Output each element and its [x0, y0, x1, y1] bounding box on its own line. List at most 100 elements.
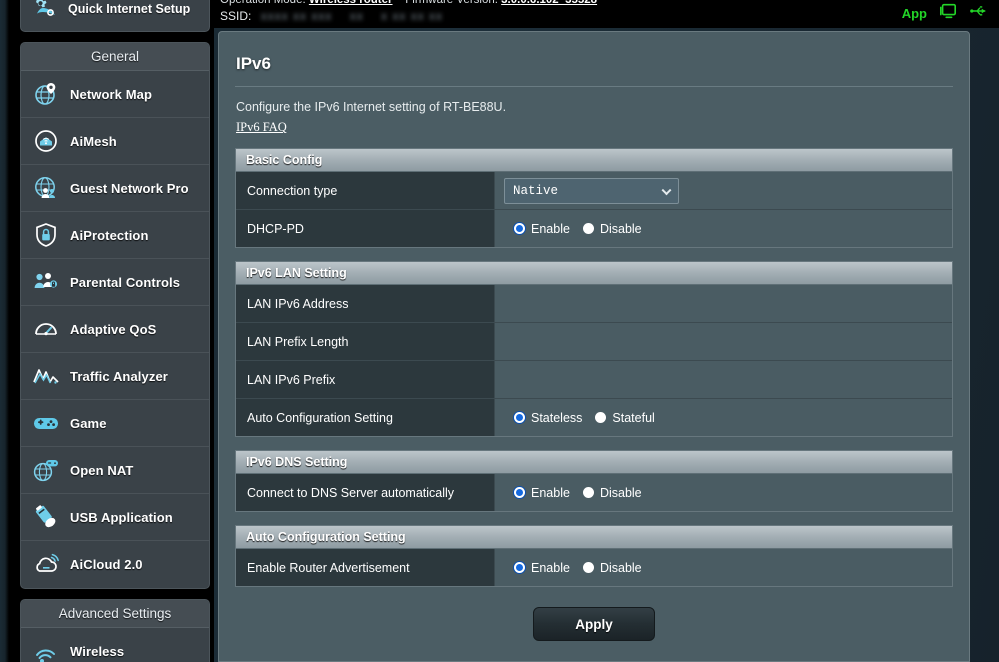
ra-enable-radio[interactable]: Enable [514, 561, 570, 575]
quick-setup-icon [31, 0, 59, 23]
radio-dot [583, 223, 594, 234]
operation-mode-value[interactable]: Wireless router [309, 0, 393, 6]
stateless-radio[interactable]: Stateless [514, 411, 582, 425]
apply-button-container: Apply [219, 587, 969, 641]
radio-dot [583, 562, 594, 573]
top-right-controls: App [902, 2, 989, 25]
parental-controls-icon [32, 268, 60, 296]
sidebar-item-label: Traffic Analyzer [70, 369, 168, 384]
ssid-line: SSID: xxxx xx xxx xx x xx xx xx [220, 9, 443, 23]
sidebar-item-wireless[interactable]: Wireless [21, 628, 209, 662]
chevron-down-icon [662, 185, 672, 195]
row-value[interactable] [495, 285, 952, 322]
row-label: LAN Prefix Length [236, 323, 495, 360]
sidebar-group-general: General Network Map [20, 42, 210, 589]
row-value: Enable Disable [495, 210, 952, 247]
row-label: Enable Router Advertisement [236, 549, 495, 586]
wireless-icon [32, 638, 60, 662]
quick-setup-label: Quick Internet Setup [68, 2, 190, 16]
radio-label: Enable [531, 222, 570, 236]
shield-lock-icon [32, 221, 60, 249]
sidebar-item-label: Network Map [70, 87, 152, 102]
sidebar-item-guest-network-pro[interactable]: Guest Network Pro [21, 165, 209, 212]
row-label: LAN IPv6 Address [236, 285, 495, 322]
dhcp-pd-enable-radio[interactable]: Enable [514, 222, 570, 236]
row-value[interactable] [495, 361, 952, 398]
row-label: DHCP-PD [236, 210, 495, 247]
sidebar-item-label: Game [70, 416, 107, 431]
dhcp-pd-radio-group: Enable Disable [504, 222, 642, 236]
row-lan-prefix-length: LAN Prefix Length [236, 323, 952, 361]
sidebar-item-label: Parental Controls [70, 275, 180, 290]
section-ipv6-lan-setting: IPv6 LAN Setting LAN IPv6 Address LAN Pr… [235, 261, 953, 437]
apply-button[interactable]: Apply [533, 607, 655, 641]
row-lan-ipv6-address: LAN IPv6 Address [236, 285, 952, 323]
sidebar-item-traffic-analyzer[interactable]: Traffic Analyzer [21, 353, 209, 400]
radio-dot-selected [514, 562, 525, 573]
ra-disable-radio[interactable]: Disable [583, 561, 642, 575]
ssid-label: SSID: [220, 9, 251, 23]
sidebar-item-label: AiProtection [70, 228, 148, 243]
monitor-icon[interactable] [938, 2, 958, 25]
row-dhcp-pd: DHCP-PD Enable Disable [236, 210, 952, 248]
radio-dot-selected [514, 487, 525, 498]
row-connection-type: Connection type Native [236, 172, 952, 210]
radio-label: Disable [600, 222, 642, 236]
row-value: Native [495, 172, 952, 209]
stateful-radio[interactable]: Stateful [595, 411, 654, 425]
sidebar-item-label: Adaptive QoS [70, 322, 156, 337]
ipv6-faq-link[interactable]: IPv6 FAQ [236, 120, 287, 135]
sidebar-item-label: Guest Network Pro [70, 181, 189, 196]
section-ipv6-dns-setting: IPv6 DNS Setting Connect to DNS Server a… [235, 450, 953, 512]
radio-dot-selected [514, 223, 525, 234]
sidebar-item-aicloud[interactable]: AiCloud 2.0 [21, 541, 209, 588]
row-value[interactable] [495, 323, 952, 360]
traffic-analyzer-icon [32, 362, 60, 390]
usb-icon[interactable] [969, 2, 989, 25]
section-heading: Basic Config [236, 149, 952, 172]
open-nat-icon [32, 456, 60, 484]
section-auto-configuration-setting: Auto Configuration Setting Enable Router… [235, 525, 953, 587]
sidebar-item-label: AiMesh [70, 134, 117, 149]
sidebar-item-usb-application[interactable]: USB Application [21, 494, 209, 541]
sidebar-item-aimesh[interactable]: AiMesh [21, 118, 209, 165]
radio-dot [583, 487, 594, 498]
sidebar-item-network-map[interactable]: Network Map [21, 71, 209, 118]
sidebar-item-aiprotection[interactable]: AiProtection [21, 212, 209, 259]
dhcp-pd-disable-radio[interactable]: Disable [583, 222, 642, 236]
firmware-value[interactable]: 3.0.0.6.102_35528 [501, 0, 597, 6]
operation-mode-line: Operation Mode: Wireless router Firmware… [220, 0, 597, 6]
section-heading: IPv6 DNS Setting [236, 451, 952, 474]
ssid-value: xxxx xx xxx xx x xx xx xx [261, 9, 443, 23]
sidebar-item-parental-controls[interactable]: Parental Controls [21, 259, 209, 306]
dns-disable-radio[interactable]: Disable [583, 486, 642, 500]
network-map-icon [32, 80, 60, 108]
speedometer-icon [32, 315, 60, 343]
row-value: Stateless Stateful [495, 399, 952, 436]
app-label[interactable]: App [902, 6, 927, 21]
sidebar-left-edge [0, 0, 9, 662]
usb-application-icon [32, 503, 60, 531]
cloud-icon [32, 551, 60, 579]
radio-dot [595, 412, 606, 423]
router-advertisement-radio-group: Enable Disable [504, 561, 642, 575]
sidebar-item-quick-internet-setup[interactable]: Quick Internet Setup [20, 0, 210, 32]
gamepad-icon [32, 409, 60, 437]
page-title: IPv6 [219, 32, 969, 74]
section-heading: Auto Configuration Setting [236, 526, 952, 549]
connection-type-select[interactable]: Native [504, 178, 679, 204]
sidebar-item-open-nat[interactable]: Open NAT [21, 447, 209, 494]
radio-label: Enable [531, 561, 570, 575]
radio-label: Disable [600, 486, 642, 500]
row-value: Enable Disable [495, 549, 952, 586]
dns-enable-radio[interactable]: Enable [514, 486, 570, 500]
sidebar-item-game[interactable]: Game [21, 400, 209, 447]
row-label: LAN IPv6 Prefix [236, 361, 495, 398]
sidebar-item-label: Wireless [70, 644, 124, 659]
sidebar-group-advanced-title: Advanced Settings [21, 600, 209, 628]
radio-label: Stateful [612, 411, 654, 425]
row-enable-router-advertisement: Enable Router Advertisement Enable Disab… [236, 549, 952, 587]
sidebar-item-adaptive-qos[interactable]: Adaptive QoS [21, 306, 209, 353]
row-lan-ipv6-prefix: LAN IPv6 Prefix [236, 361, 952, 399]
row-connect-dns-automatically: Connect to DNS Server automatically Enab… [236, 474, 952, 512]
